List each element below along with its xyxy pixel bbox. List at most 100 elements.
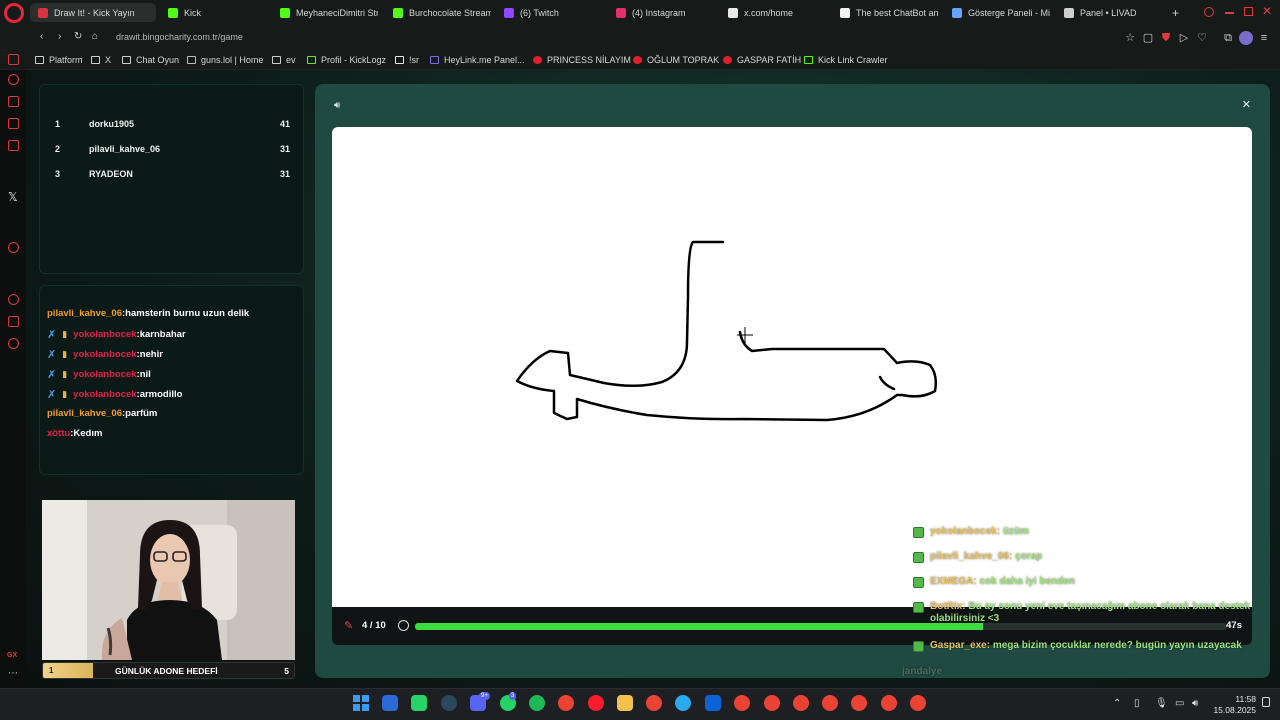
messenger-icon[interactable] (8, 54, 19, 65)
speaker-icon[interactable]: 🔊︎ (334, 100, 340, 111)
hand-badge-icon: ▮ (62, 369, 68, 379)
taskbar-chrome-icon[interactable] (910, 695, 926, 711)
tab-0[interactable]: Draw It! - Kick Yayın (30, 3, 156, 22)
tab-1[interactable]: Kick (160, 3, 270, 22)
reload-icon[interactable]: ↻ (74, 31, 82, 42)
taskbar-chrome-icon[interactable] (764, 695, 780, 711)
clock-date[interactable]: 15.08.2025 (1212, 705, 1256, 715)
microphone-icon[interactable]: 🎙︎ (1155, 698, 1168, 709)
search-icon[interactable] (1204, 7, 1214, 17)
chat-username[interactable]: pilavli_kahve_06 (47, 408, 122, 419)
chat-username[interactable]: yokolanbocek (73, 349, 136, 360)
chat-username[interactable]: pilavli_kahve_06 (47, 308, 122, 319)
chat-username[interactable]: yokolanbocek (73, 389, 136, 400)
bookmark-icon[interactable]: ☆ (1124, 32, 1136, 44)
volume-icon[interactable]: 🔊︎ (1192, 698, 1198, 709)
taskbar-whatsapp-web-icon[interactable] (411, 695, 427, 711)
chat-username[interactable]: xöttu (47, 428, 70, 439)
hand-badge-icon: ▮ (62, 329, 68, 339)
vpn-icon[interactable] (8, 316, 19, 327)
home-icon[interactable]: ⌂ (92, 31, 98, 42)
screenshot-icon[interactable]: ▢ (1142, 32, 1154, 44)
heart-icon[interactable]: ♡ (1196, 32, 1208, 44)
overlay-chat-message: jandalye (902, 666, 942, 677)
taskbar-chrome-icon[interactable] (822, 695, 838, 711)
chat-username[interactable]: yokolanbocek (73, 329, 136, 340)
bookmark-6[interactable]: !sr (395, 55, 419, 65)
bookmark-7[interactable]: HeyLink.me Panel... (430, 55, 525, 65)
network-icon[interactable]: ▭ (1175, 698, 1184, 709)
back-icon[interactable]: ‹ (40, 31, 43, 42)
bookmark-8[interactable]: PRINCESS NİLAYIM (533, 55, 631, 65)
taskbar-windows-icon[interactable] (353, 695, 369, 711)
clock-time[interactable]: 11:58 (1214, 694, 1256, 704)
forward-icon[interactable]: › (58, 31, 61, 42)
bookmark-4[interactable]: ev (272, 55, 296, 65)
taskbar-chrome-icon[interactable] (558, 695, 574, 711)
tab-8[interactable]: Gösterge Paneli - Mi (944, 3, 1050, 22)
wallet-icon[interactable] (8, 118, 19, 129)
url-input[interactable]: drawit.bingocharity.com.tr/game (116, 32, 243, 42)
bookmark-1[interactable]: X (91, 55, 111, 65)
pocket-icon[interactable]: ▷ (1178, 32, 1190, 44)
leaderboard-rank: 1 (55, 119, 61, 129)
guns-icon (187, 56, 196, 64)
taskbar-files-icon[interactable] (617, 695, 633, 711)
clock-icon[interactable] (8, 294, 19, 305)
goal-current: 1 (49, 666, 54, 675)
tab-3[interactable]: Burchocolate Stream (385, 3, 491, 22)
usb-icon[interactable]: ▯ (1134, 698, 1140, 709)
gx-control-icon[interactable] (8, 96, 19, 107)
bookmark-0[interactable]: Platform (35, 55, 83, 65)
more-icon[interactable]: ⋯ (8, 668, 18, 679)
history-icon[interactable] (8, 74, 19, 85)
settings-icon[interactable] (8, 338, 19, 349)
taskbar-chrome-icon[interactable] (734, 695, 750, 711)
add-sidebar-icon[interactable] (8, 242, 19, 253)
taskbar-outlook-icon[interactable] (705, 695, 721, 711)
tab-2[interactable]: MeyhaneciDimitri Str (272, 3, 378, 22)
bookmark-2[interactable]: Chat Oyun (122, 55, 179, 65)
close-icon[interactable]: ✕ (1242, 98, 1251, 111)
taskbar-bitwarden-icon[interactable] (382, 695, 398, 711)
bookmark-11[interactable]: Kick Link Crawler (804, 55, 888, 65)
new-tab-button[interactable]: + (1164, 3, 1179, 22)
opera-gx-logo[interactable] (4, 3, 24, 23)
tab-5[interactable]: (4) Instagram (608, 3, 720, 22)
taskbar-spotify-icon[interactable] (529, 695, 545, 711)
taskbar-telegram-icon[interactable] (675, 695, 691, 711)
notification-icon[interactable] (1262, 697, 1270, 707)
taskbar-chrome-icon[interactable] (851, 695, 867, 711)
maximize-icon[interactable] (1244, 7, 1253, 16)
tab-4[interactable]: (6) Twitch (496, 3, 606, 22)
bookmark-5[interactable]: Profil - KickLogz (307, 55, 386, 65)
taskbar-chrome-icon[interactable] (881, 695, 897, 711)
taskbar-chrome-icon[interactable] (793, 695, 809, 711)
bookmark-10[interactable]: GASPAR FATİH (723, 55, 801, 65)
tab-label: Kick (184, 7, 202, 18)
chat-username[interactable]: yokolanbocek (73, 369, 136, 380)
tab-6[interactable]: x.com/home (720, 3, 830, 22)
overlay-chat-text: mega bizim çocuklar nerede? bugün yayın … (992, 640, 1242, 651)
menu-icon[interactable]: ≡ (1258, 32, 1270, 44)
bookmark-9[interactable]: OĞLUM TOPRAK (633, 55, 719, 65)
bookmark-3[interactable]: guns.lol | Home (187, 55, 263, 65)
shield-icon[interactable]: ⛊ (1160, 32, 1172, 44)
chevron-up-icon[interactable]: ⌃ (1113, 698, 1121, 709)
x-sidebar-icon[interactable]: 𝕏 (8, 190, 18, 204)
taskbar-chrome-icon[interactable] (646, 695, 662, 711)
minimize-icon[interactable] (1225, 12, 1234, 14)
hand-badge-icon: ▮ (62, 389, 68, 399)
profile-icon[interactable] (1239, 31, 1253, 45)
tab-9[interactable]: Panel • LIVAD (1056, 3, 1162, 22)
tab-7[interactable]: The best ChatBot an (832, 3, 942, 22)
close-window-icon[interactable]: ✕ (1262, 4, 1272, 18)
extensions-icon[interactable]: ⧉ (1222, 32, 1234, 44)
taskbar-opera-gx-icon[interactable] (588, 695, 604, 711)
bookmarks-bar: Platform X Chat Oyun guns.lol | Home ev Profi… (0, 50, 1280, 70)
pencil-icon[interactable]: ✎ (344, 619, 353, 632)
drawing-canvas[interactable] (332, 127, 1252, 607)
mail-icon[interactable] (8, 140, 19, 151)
webcam-feed (42, 500, 295, 660)
taskbar-steam-icon[interactable] (441, 695, 457, 711)
